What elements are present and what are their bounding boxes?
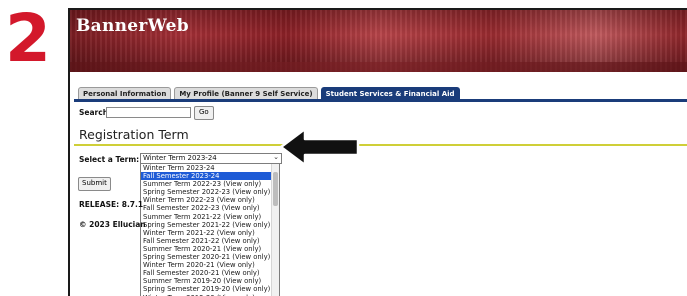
- page-title: Registration Term: [79, 127, 189, 142]
- dropdown-option[interactable]: Spring Semester 2021-22 (View only): [141, 221, 279, 229]
- banner-header: BannerWeb: [70, 10, 687, 72]
- dropdown-option[interactable]: Fall Semester 2020-21 (View only): [141, 269, 279, 277]
- term-select-label: Select a Term:: [79, 155, 140, 164]
- dropdown-scrollbar[interactable]: [271, 164, 279, 296]
- step-number: 2: [5, 0, 51, 77]
- search-input[interactable]: [106, 107, 191, 118]
- go-button[interactable]: Go: [194, 106, 214, 120]
- dropdown-option[interactable]: Spring Semester 2019-20 (View only): [141, 285, 279, 293]
- dropdown-option[interactable]: Spring Semester 2020-21 (View only): [141, 253, 279, 261]
- tab-underline: [74, 99, 687, 102]
- left-arrow-icon: [279, 127, 360, 167]
- dropdown-option[interactable]: Winter Term 2023-24: [141, 164, 279, 172]
- search-label: Search: [79, 108, 109, 117]
- term-dropdown-list[interactable]: Winter Term 2023-24 Fall Semester 2023-24…: [140, 163, 280, 296]
- main-tabs: Personal Information My Profile (Banner …: [78, 87, 460, 99]
- divider: [74, 144, 687, 146]
- release-text: RELEASE: 8.7.1: [79, 200, 144, 209]
- submit-button[interactable]: Submit: [78, 177, 111, 191]
- term-select-value: Winter Term 2023-24: [143, 154, 217, 162]
- copyright-text: © 2023 Ellucian: [79, 220, 146, 229]
- dropdown-option[interactable]: Winter Term 2021-22 (View only): [141, 229, 279, 237]
- brand-title: BannerWeb: [76, 16, 189, 36]
- dropdown-option[interactable]: Fall Semester 2023-24: [141, 172, 279, 181]
- dropdown-option[interactable]: Summer Term 2022-23 (View only): [141, 180, 279, 188]
- scrollbar-thumb[interactable]: [273, 172, 278, 206]
- dropdown-option[interactable]: Spring Semester 2022-23 (View only): [141, 188, 279, 196]
- tab-student-services[interactable]: Student Services & Financial Aid: [320, 87, 460, 99]
- tab-my-profile[interactable]: My Profile (Banner 9 Self Service): [174, 87, 318, 99]
- dropdown-option[interactable]: Fall Semester 2021-22 (View only): [141, 237, 279, 245]
- dropdown-option[interactable]: Summer Term 2020-21 (View only): [141, 245, 279, 253]
- dropdown-option[interactable]: Winter Term 2022-23 (View only): [141, 196, 279, 204]
- dropdown-option[interactable]: Fall Semester 2022-23 (View only): [141, 204, 279, 212]
- banner-strip: [70, 62, 687, 72]
- tab-personal-information[interactable]: Personal Information: [78, 87, 172, 99]
- dropdown-option[interactable]: Summer Term 2021-22 (View only): [141, 213, 279, 221]
- dropdown-option[interactable]: Winter Term 2020-21 (View only): [141, 261, 279, 269]
- browser-content: BannerWeb Personal Information My Profil…: [68, 8, 687, 296]
- dropdown-option[interactable]: Summer Term 2019-20 (View only): [141, 277, 279, 285]
